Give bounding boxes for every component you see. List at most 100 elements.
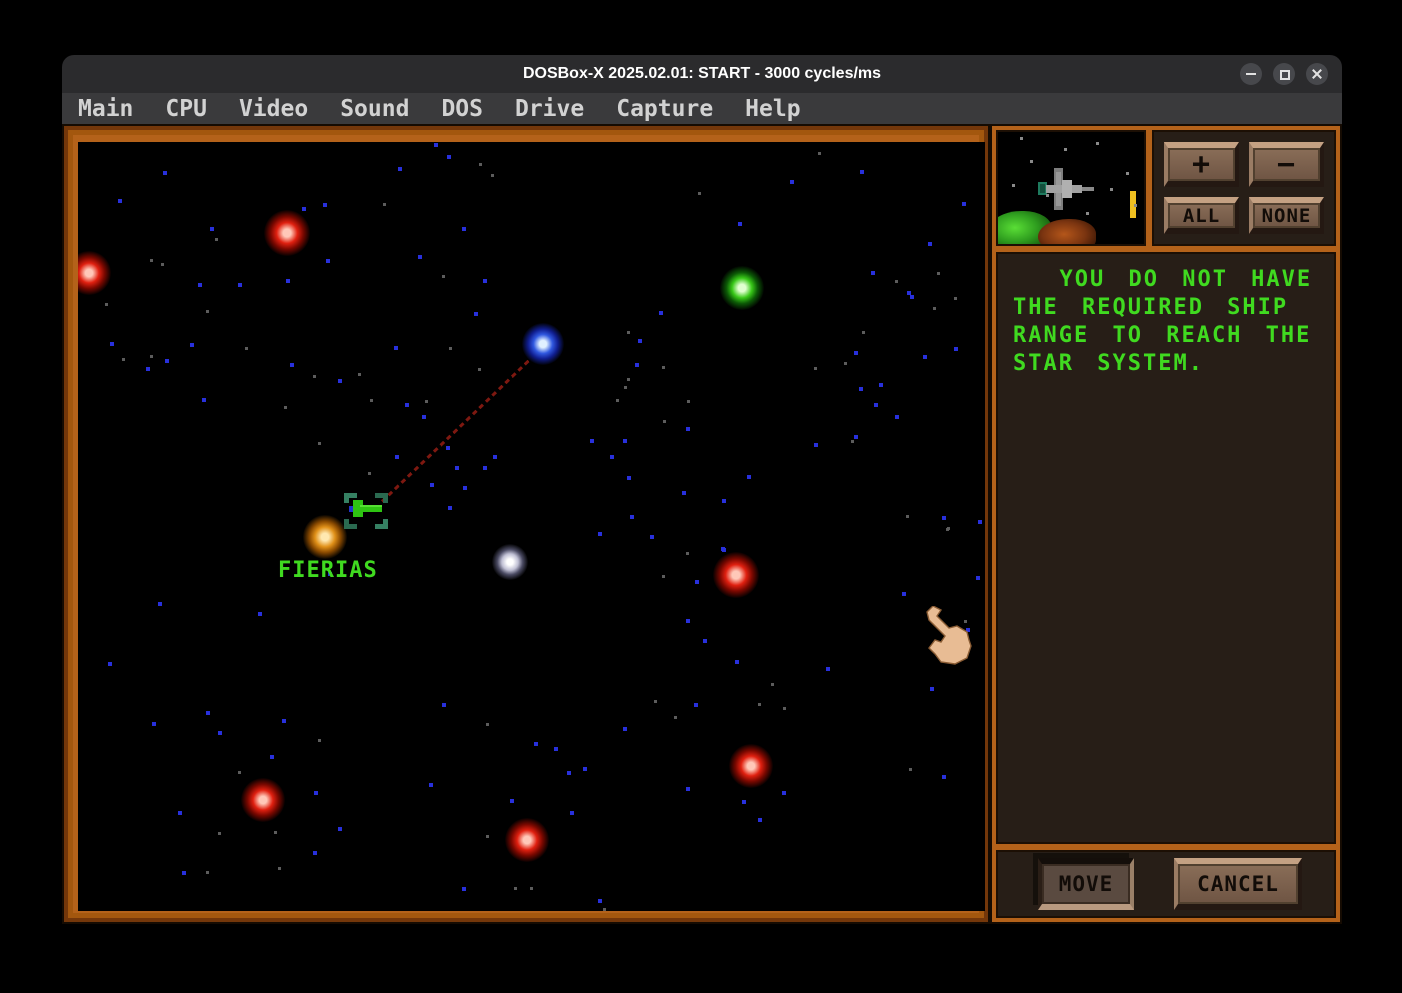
bg-star-speck	[302, 207, 306, 211]
bg-star-speck	[694, 703, 698, 707]
bg-star-speck	[206, 871, 209, 874]
menu-item-help[interactable]: Help	[745, 96, 800, 122]
menu-item-drive[interactable]: Drive	[515, 96, 584, 122]
bg-star-speck	[313, 375, 316, 378]
bg-star-speck	[202, 398, 206, 402]
bg-star-speck	[895, 280, 898, 283]
title-bar[interactable]: DOSBox-X 2025.02.01: START - 3000 cycles…	[62, 55, 1342, 93]
bg-star-speck	[937, 272, 940, 275]
bg-star-speck	[627, 476, 631, 480]
close-button[interactable]	[1306, 63, 1328, 85]
star-red[interactable]	[264, 210, 310, 256]
move-button[interactable]: MOVE	[1038, 858, 1134, 910]
star-red[interactable]	[729, 744, 773, 788]
star-map[interactable]: FIERIAS	[78, 142, 985, 911]
message-line: RANGE TO REACH THE	[1013, 322, 1328, 350]
menu-item-sound[interactable]: Sound	[340, 96, 409, 122]
bg-star-speck	[434, 143, 438, 147]
side-panel: + − ALL NONE YOU DO NOT HAVETHE REQUIRED…	[990, 124, 1342, 924]
bg-star-speck	[398, 167, 402, 171]
action-bar: MOVE CANCEL	[996, 850, 1336, 918]
bg-star-speck	[383, 203, 386, 206]
bg-star-speck	[286, 279, 290, 283]
all-button[interactable]: ALL	[1164, 197, 1239, 234]
desktop: DOSBox-X 2025.02.01: START - 3000 cycles…	[0, 0, 1402, 993]
bg-star-speck	[638, 339, 642, 343]
star-red[interactable]	[505, 818, 549, 862]
bg-star-speck	[923, 355, 927, 359]
menu-item-main[interactable]: Main	[78, 96, 133, 122]
bg-star-speck	[152, 722, 156, 726]
bg-star-speck	[405, 403, 409, 407]
bg-star-speck	[284, 406, 287, 409]
bg-star-speck	[370, 399, 373, 402]
bg-star-speck	[218, 731, 222, 735]
bg-star-speck	[479, 163, 482, 166]
bg-star-speck	[395, 455, 399, 459]
bg-star-speck	[486, 723, 489, 726]
viewport-star-speck	[1110, 188, 1113, 191]
bg-star-speck	[610, 455, 614, 459]
star-red[interactable]	[241, 778, 285, 822]
bg-star-speck	[954, 297, 957, 300]
bg-star-speck	[358, 373, 361, 376]
bg-star-speck	[258, 612, 262, 616]
star-orange[interactable]	[303, 515, 347, 559]
bg-star-speck	[278, 867, 281, 870]
menu-item-cpu[interactable]: CPU	[165, 96, 207, 122]
bg-star-speck	[930, 687, 934, 691]
fleet-viewport	[996, 130, 1146, 246]
minimize-icon	[1240, 63, 1262, 85]
maximize-button[interactable]	[1273, 63, 1295, 85]
menu-item-video[interactable]: Video	[239, 96, 308, 122]
bg-star-speck	[210, 227, 214, 231]
bg-star-speck	[318, 442, 321, 445]
increase-button[interactable]: +	[1164, 142, 1239, 187]
message-text: YOU DO NOT HAVETHE REQUIRED SHIPRANGE TO…	[1013, 266, 1328, 378]
star-green[interactable]	[720, 266, 764, 310]
bg-star-speck	[394, 346, 398, 350]
bg-star-speck	[814, 367, 817, 370]
bg-star-speck	[902, 592, 906, 596]
cancel-button[interactable]: CANCEL	[1174, 858, 1302, 910]
bg-star-speck	[738, 222, 742, 226]
star-red[interactable]	[78, 251, 111, 295]
fleet-count-controls: + − ALL NONE	[1152, 130, 1336, 246]
bg-star-speck	[182, 871, 186, 875]
message-line: YOU DO NOT HAVE	[1013, 266, 1328, 294]
decrease-button[interactable]: −	[1249, 142, 1324, 187]
bg-star-speck	[318, 739, 321, 742]
star-red[interactable]	[713, 552, 759, 598]
bg-star-speck	[674, 716, 677, 719]
bg-star-speck	[463, 486, 467, 490]
selected-fleet-icon[interactable]	[344, 493, 388, 529]
bg-star-speck	[206, 711, 210, 715]
bg-star-speck	[962, 202, 966, 206]
window-controls	[1240, 63, 1328, 85]
bg-star-speck	[430, 483, 434, 487]
bg-star-speck	[446, 446, 450, 450]
bg-star-speck	[854, 435, 858, 439]
bg-star-speck	[624, 386, 627, 389]
bg-star-speck	[630, 515, 634, 519]
bg-star-speck	[686, 619, 690, 623]
bg-star-speck	[178, 811, 182, 815]
bg-star-speck	[534, 742, 538, 746]
bg-star-speck	[790, 180, 794, 184]
menu-item-capture[interactable]: Capture	[616, 96, 713, 122]
minimize-button[interactable]	[1240, 63, 1262, 85]
star-white[interactable]	[492, 544, 528, 580]
hand-cursor	[923, 606, 975, 668]
bg-star-speck	[567, 771, 571, 775]
none-button[interactable]: NONE	[1249, 197, 1324, 234]
menu-item-dos[interactable]: DOS	[441, 96, 483, 122]
bg-star-speck	[422, 415, 426, 419]
bg-star-speck	[722, 499, 726, 503]
bg-star-speck	[909, 768, 912, 771]
bg-star-speck	[530, 887, 533, 890]
bg-star-speck	[274, 831, 277, 834]
bg-star-speck	[483, 466, 487, 470]
bg-star-speck	[150, 355, 153, 358]
game-screen: FIERIAS	[62, 124, 1342, 924]
bg-star-speck	[663, 420, 666, 423]
